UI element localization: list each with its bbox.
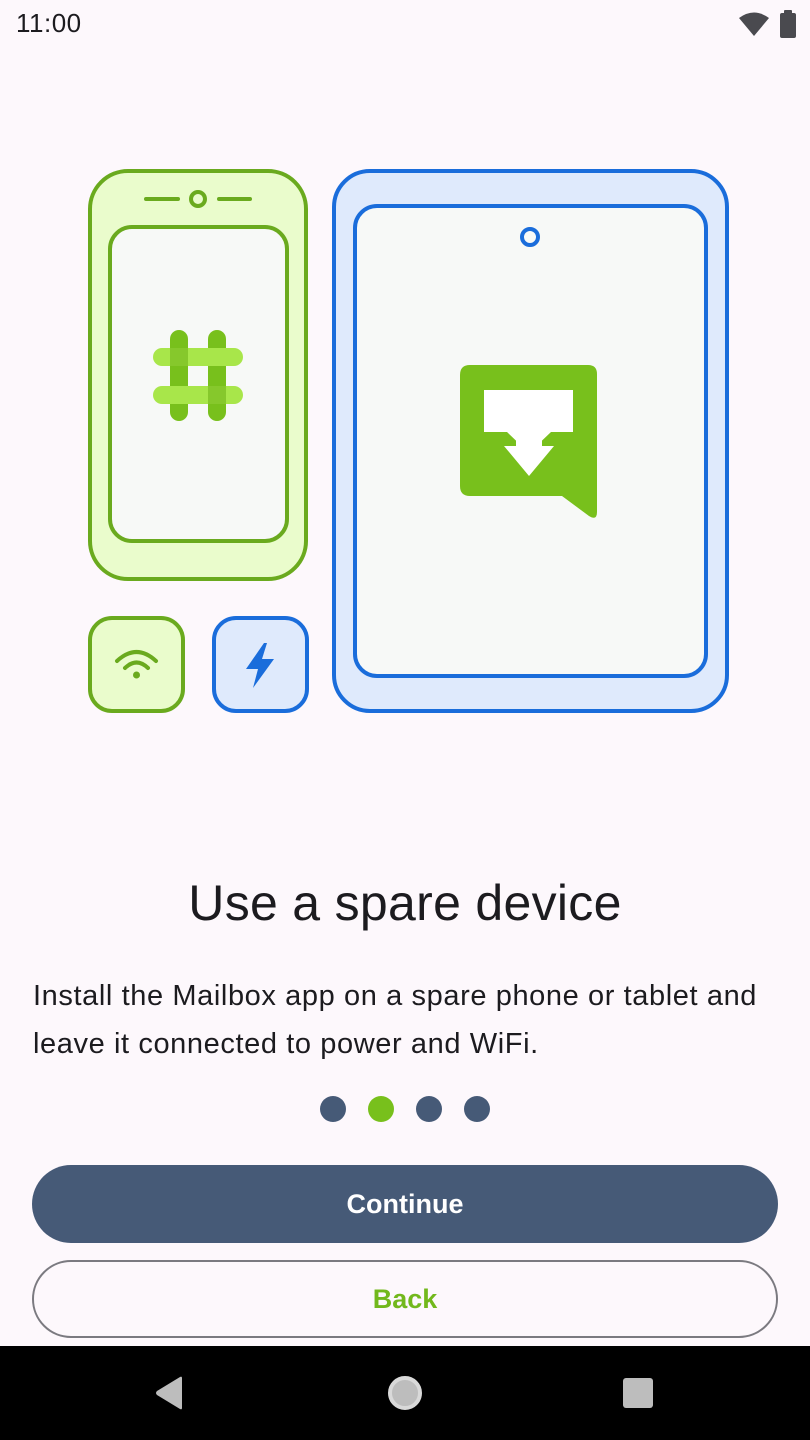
spare-device-illustration [88, 169, 729, 713]
page-dot-4 [464, 1096, 490, 1122]
nav-recents-button[interactable] [578, 1346, 698, 1440]
back-triangle-icon [156, 1376, 182, 1410]
page-title: Use a spare device [188, 875, 622, 931]
back-button[interactable]: Back [32, 1260, 778, 1338]
mailbox-download-icon [460, 365, 597, 518]
wifi-tile [88, 616, 185, 713]
tablet-illustration [332, 169, 729, 713]
page-indicator [0, 1096, 810, 1122]
page-dot-2-active [368, 1096, 394, 1122]
nav-home-button[interactable] [345, 1346, 465, 1440]
page-dot-3 [416, 1096, 442, 1122]
power-tile [212, 616, 309, 713]
nav-back-button[interactable] [110, 1346, 230, 1440]
page-dot-1 [320, 1096, 346, 1122]
home-circle-icon [388, 1376, 422, 1410]
continue-button[interactable]: Continue [32, 1165, 778, 1243]
page-description: Install the Mailbox app on a spare phone… [33, 980, 758, 1060]
recents-square-icon [623, 1378, 653, 1408]
system-nav-bar [0, 1346, 810, 1440]
phone-illustration [88, 169, 308, 581]
